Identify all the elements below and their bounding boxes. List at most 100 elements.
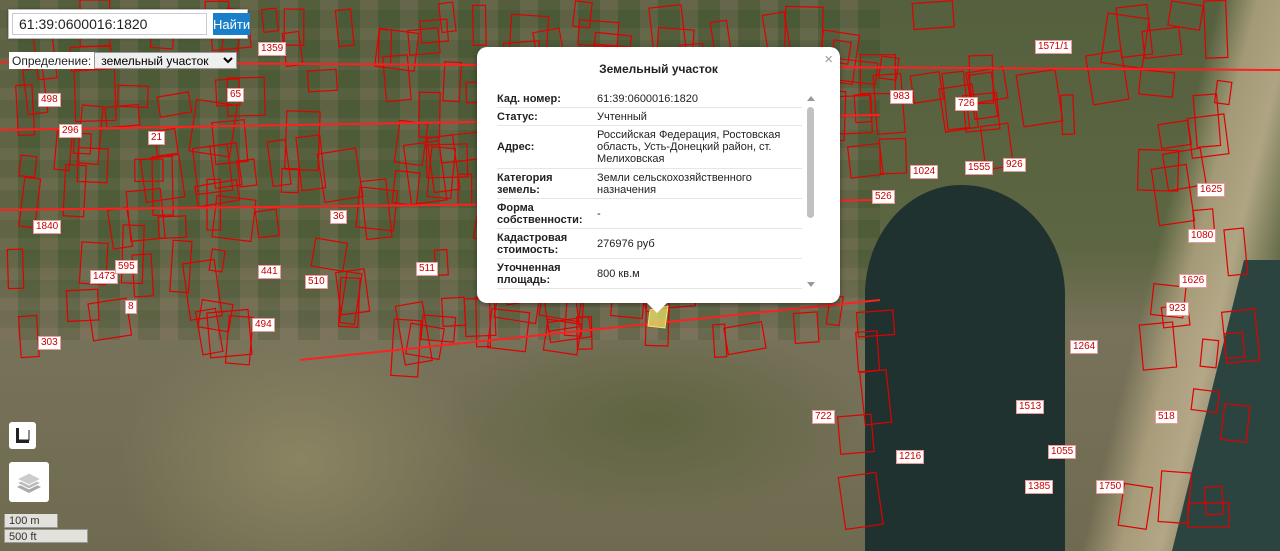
parcel-outline[interactable] <box>486 307 531 353</box>
parcel-outline[interactable] <box>1100 12 1150 70</box>
parcel-outline[interactable] <box>337 276 361 328</box>
parcel-outline[interactable] <box>1192 93 1222 148</box>
parcel-number-label: 1080 <box>1188 229 1217 243</box>
parcel-outline[interactable] <box>846 142 884 179</box>
parcel-outline[interactable] <box>157 215 188 240</box>
parcel-outline[interactable] <box>1203 485 1225 516</box>
parcel-outline[interactable] <box>792 311 820 345</box>
parcel-outline[interactable] <box>1015 68 1064 128</box>
parcel-outline[interactable] <box>1220 402 1251 443</box>
parcel-outline[interactable] <box>1136 148 1180 192</box>
parcel-outline[interactable] <box>156 91 193 118</box>
parcel-number-label: 303 <box>38 336 61 350</box>
parcel-outline[interactable] <box>577 19 620 48</box>
parcel-outline[interactable] <box>442 61 463 103</box>
parcel-outline[interactable] <box>1150 163 1196 227</box>
parcel-outline[interactable] <box>334 8 355 48</box>
parcel-outline[interactable] <box>6 248 25 290</box>
parcel-number-label: 726 <box>955 97 978 111</box>
parcel-outline[interactable] <box>1157 470 1192 525</box>
parcel-outline[interactable] <box>1223 227 1249 277</box>
parcel-outline[interactable] <box>1223 331 1246 360</box>
scale-imperial: 500 ft <box>4 529 88 543</box>
parcel-outline[interactable] <box>1138 321 1178 371</box>
parcel-outline[interactable] <box>1137 69 1176 98</box>
parcel-number-label: 1024 <box>910 165 939 179</box>
parcel-outline[interactable] <box>1167 0 1205 31</box>
parcel-outline[interactable] <box>260 7 280 33</box>
parcel-outline[interactable] <box>17 314 40 359</box>
parcel-outline[interactable] <box>18 154 38 178</box>
definition-select[interactable]: земельный участок <box>94 52 238 69</box>
parcel-outline[interactable] <box>909 70 944 104</box>
parcel-outline[interactable] <box>855 309 896 338</box>
search-button[interactable]: Найти <box>213 13 251 35</box>
row-key: Кад. номер: <box>497 93 561 105</box>
parcel-outline[interactable] <box>65 288 100 323</box>
parcel-number-label: 1216 <box>896 450 925 464</box>
parcel-outline[interactable] <box>254 208 280 239</box>
parcel-outline[interactable] <box>723 320 767 356</box>
parcel-outline[interactable] <box>426 134 461 194</box>
parcel-outline[interactable] <box>283 8 305 46</box>
parcel-outline[interactable] <box>284 110 321 172</box>
popup-scrollbar[interactable] <box>806 93 816 287</box>
scroll-down-arrow-icon[interactable] <box>807 282 815 287</box>
parcel-number-label: 510 <box>305 275 328 289</box>
parcel-outline[interactable] <box>1157 119 1193 150</box>
parcel-outline[interactable] <box>194 178 241 208</box>
parcel-outline[interactable] <box>22 67 49 116</box>
parcel-outline[interactable] <box>859 369 893 426</box>
cadastral-search-input[interactable] <box>12 13 207 35</box>
parcel-outline[interactable] <box>211 194 257 243</box>
parcel-outline[interactable] <box>310 237 349 272</box>
row-key: Категория земель: <box>497 171 553 196</box>
row-value: 61:39:0600016:1820 <box>597 93 698 105</box>
scroll-up-arrow-icon[interactable] <box>807 96 815 101</box>
parcel-outline[interactable] <box>134 158 164 183</box>
parcel-number-label: 65 <box>227 88 245 102</box>
parcel-outline[interactable] <box>73 67 117 123</box>
parcel-outline[interactable] <box>837 471 884 531</box>
parcel-outline[interactable] <box>835 57 879 86</box>
parcel-outline[interactable] <box>542 318 583 356</box>
parcel-outline[interactable] <box>911 0 955 31</box>
table-row: Уточненная площадь: 800 кв.м <box>497 259 802 289</box>
parcel-outline[interactable] <box>377 28 393 65</box>
parcel-outline[interactable] <box>712 323 728 359</box>
layers-button[interactable] <box>9 462 49 502</box>
parcel-outline[interactable] <box>418 91 441 138</box>
parcel-number-label: 595 <box>115 260 138 274</box>
measure-button[interactable] <box>9 422 36 449</box>
parcel-outline[interactable] <box>471 4 487 47</box>
parcel-outline[interactable] <box>1084 49 1130 106</box>
parcel-outline[interactable] <box>169 239 193 294</box>
parcel-outline[interactable] <box>878 137 908 175</box>
parcel-outline[interactable] <box>836 413 875 455</box>
parcel-outline[interactable] <box>1141 26 1183 60</box>
parcel-outline[interactable] <box>197 298 234 333</box>
parcel-outline[interactable] <box>419 18 450 44</box>
table-row: Форма собственности: - <box>497 199 802 229</box>
parcel-outline[interactable] <box>1199 338 1220 369</box>
parcel-outline[interactable] <box>853 93 873 124</box>
close-icon[interactable]: × <box>824 51 833 68</box>
row-value: 800 кв.м <box>597 267 640 280</box>
parcel-number-label: 983 <box>890 90 913 104</box>
scrollbar-thumb[interactable] <box>807 107 814 218</box>
parcel-outline[interactable] <box>572 0 593 29</box>
parcel-outline[interactable] <box>104 103 141 129</box>
parcel-outline[interactable] <box>440 296 467 328</box>
parcel-outline[interactable] <box>306 68 338 93</box>
parcel-outline[interactable] <box>1203 0 1229 59</box>
parcel-outline[interactable] <box>266 138 292 188</box>
parcel-outline[interactable] <box>1186 113 1230 160</box>
parcel-number-label: 923 <box>1166 302 1189 316</box>
parcel-outline[interactable] <box>1220 308 1261 365</box>
ruler-icon <box>16 428 30 443</box>
parcel-outline[interactable] <box>116 84 149 109</box>
parcel-outline[interactable] <box>382 54 412 103</box>
parcel-outline[interactable] <box>1190 388 1221 414</box>
layers-icon <box>15 472 43 493</box>
parcel-outline[interactable] <box>1060 94 1076 136</box>
